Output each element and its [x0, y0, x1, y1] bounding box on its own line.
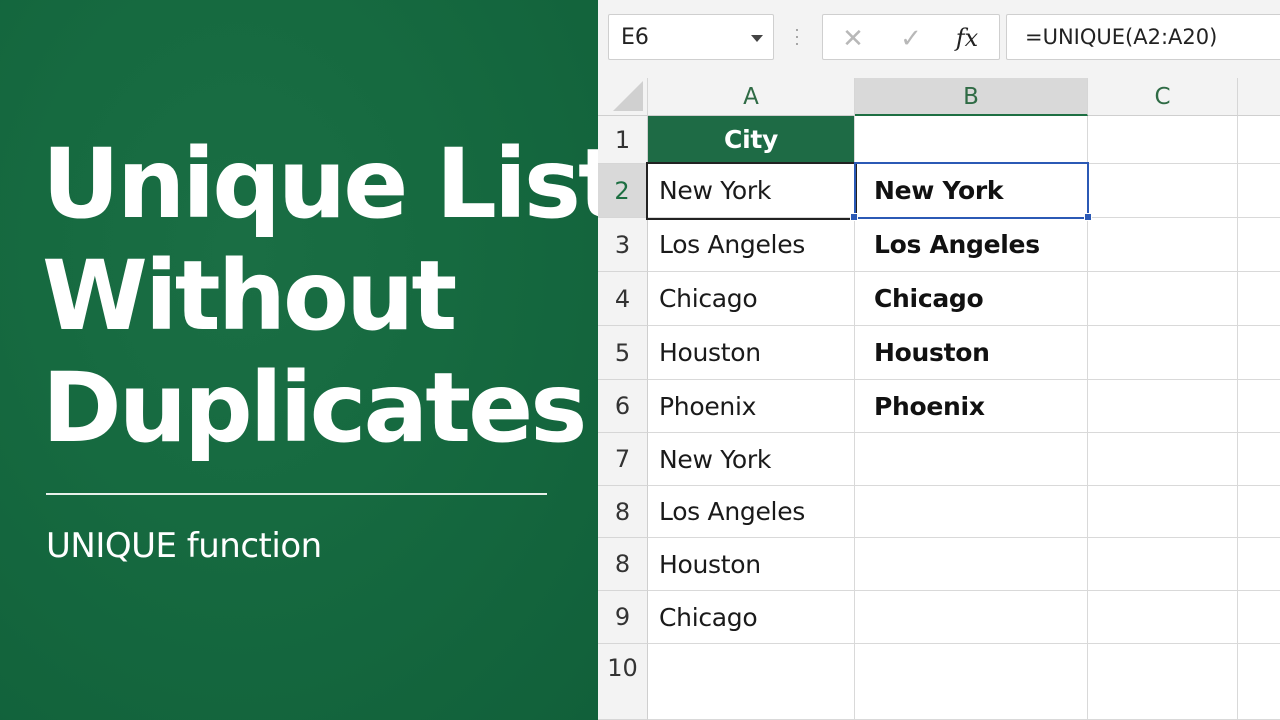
cell-b[interactable]: Phoenix — [855, 380, 1088, 433]
cell-a[interactable]: Houston — [648, 538, 855, 591]
cell-d[interactable] — [1238, 591, 1280, 644]
cell-d[interactable] — [1238, 164, 1280, 218]
insert-function-icon[interactable]: fx — [947, 21, 987, 55]
cell-a[interactable]: Los Angeles — [648, 486, 855, 538]
confirm-icon[interactable]: ✓ — [891, 21, 931, 55]
cell-d[interactable] — [1238, 116, 1280, 164]
cancel-icon[interactable]: ✕ — [833, 21, 873, 55]
cell-c[interactable] — [1088, 433, 1238, 486]
page-title: Unique List Without Duplicates — [42, 128, 624, 464]
cell-d[interactable] — [1238, 433, 1280, 486]
cell-b[interactable] — [855, 538, 1088, 591]
chevron-down-icon[interactable] — [751, 35, 763, 42]
column-header-b[interactable]: B — [855, 78, 1088, 116]
cell-b[interactable] — [855, 644, 1088, 720]
cell-a[interactable]: Los Angeles — [648, 218, 855, 272]
title-line-3: Duplicates — [42, 352, 587, 464]
row-header[interactable]: 5 — [598, 326, 648, 380]
title-panel: Unique List Without Duplicates UNIQUE fu… — [0, 0, 624, 720]
cell-b[interactable]: New York — [855, 164, 1088, 218]
select-all-icon — [613, 81, 643, 111]
title-line-2: Without — [42, 240, 457, 352]
cell-d[interactable] — [1238, 538, 1280, 591]
cell-d[interactable] — [1238, 380, 1280, 433]
row-header[interactable]: 7 — [598, 433, 648, 486]
column-header-cell-city[interactable]: City — [648, 116, 855, 164]
selection-handle[interactable] — [850, 213, 858, 221]
cell-c[interactable] — [1088, 218, 1238, 272]
cell-b[interactable] — [855, 591, 1088, 644]
cell-b[interactable] — [855, 486, 1088, 538]
cell-b[interactable] — [855, 433, 1088, 486]
cell-a[interactable]: Chicago — [648, 272, 855, 326]
cell-c[interactable] — [1088, 591, 1238, 644]
row-header[interactable]: 3 — [598, 218, 648, 272]
spreadsheet: E6 · · · ✕ ✓ fx =UNIQUE(A2:A20) A B C 1 City 2 N… — [598, 0, 1280, 720]
row-header[interactable]: 6 — [598, 380, 648, 433]
formula-input[interactable]: =UNIQUE(A2:A20) — [1006, 14, 1280, 60]
cell-c[interactable] — [1088, 644, 1238, 720]
row-header[interactable]: 10 — [598, 644, 648, 720]
cell-d[interactable] — [1238, 218, 1280, 272]
cell-c[interactable] — [1088, 116, 1238, 164]
more-options-icon[interactable]: · · · — [794, 20, 800, 52]
row-header[interactable]: 4 — [598, 272, 648, 326]
divider — [46, 493, 547, 495]
cell-a[interactable]: New York — [648, 164, 855, 218]
cell-c[interactable] — [1088, 272, 1238, 326]
formula-actions: ✕ ✓ fx — [822, 14, 1000, 60]
cell-d[interactable] — [1238, 272, 1280, 326]
cell-c[interactable] — [1088, 486, 1238, 538]
cell-c[interactable] — [1088, 164, 1238, 218]
cell-a[interactable]: Phoenix — [648, 380, 855, 433]
formula-bar: E6 · · · ✕ ✓ fx =UNIQUE(A2:A20) — [598, 0, 1280, 78]
cell-a[interactable]: New York — [648, 433, 855, 486]
select-all-corner[interactable] — [598, 78, 648, 116]
selection-handle[interactable] — [1084, 213, 1092, 221]
cell-b[interactable]: Los Angeles — [855, 218, 1088, 272]
cell-d[interactable] — [1238, 486, 1280, 538]
cell-c[interactable] — [1088, 538, 1238, 591]
row-header[interactable]: 1 — [598, 116, 648, 164]
cell-c[interactable] — [1088, 326, 1238, 380]
cell-b[interactable]: Chicago — [855, 272, 1088, 326]
subtitle: UNIQUE function — [46, 526, 322, 566]
title-line-1: Unique List — [42, 128, 624, 240]
column-header-c[interactable]: C — [1088, 78, 1238, 116]
cell-a[interactable]: Houston — [648, 326, 855, 380]
cell-c[interactable] — [1088, 380, 1238, 433]
cell-a[interactable]: Chicago — [648, 591, 855, 644]
cell-grid: A B C 1 City 2 New York New York 3 Los Angeles Los… — [598, 78, 1280, 720]
column-header-a[interactable]: A — [648, 78, 855, 116]
cell-d[interactable] — [1238, 326, 1280, 380]
cell-d[interactable] — [1238, 644, 1280, 720]
column-header-next[interactable] — [1238, 78, 1280, 116]
row-header[interactable]: 8 — [598, 486, 648, 538]
row-header[interactable]: 8 — [598, 538, 648, 591]
cell-b[interactable]: Houston — [855, 326, 1088, 380]
name-box[interactable]: E6 — [608, 14, 774, 60]
cell-a[interactable] — [648, 644, 855, 720]
row-header[interactable]: 9 — [598, 591, 648, 644]
row-header[interactable]: 2 — [598, 164, 648, 218]
cell-b[interactable] — [855, 116, 1088, 164]
name-box-value: E6 — [621, 25, 649, 50]
